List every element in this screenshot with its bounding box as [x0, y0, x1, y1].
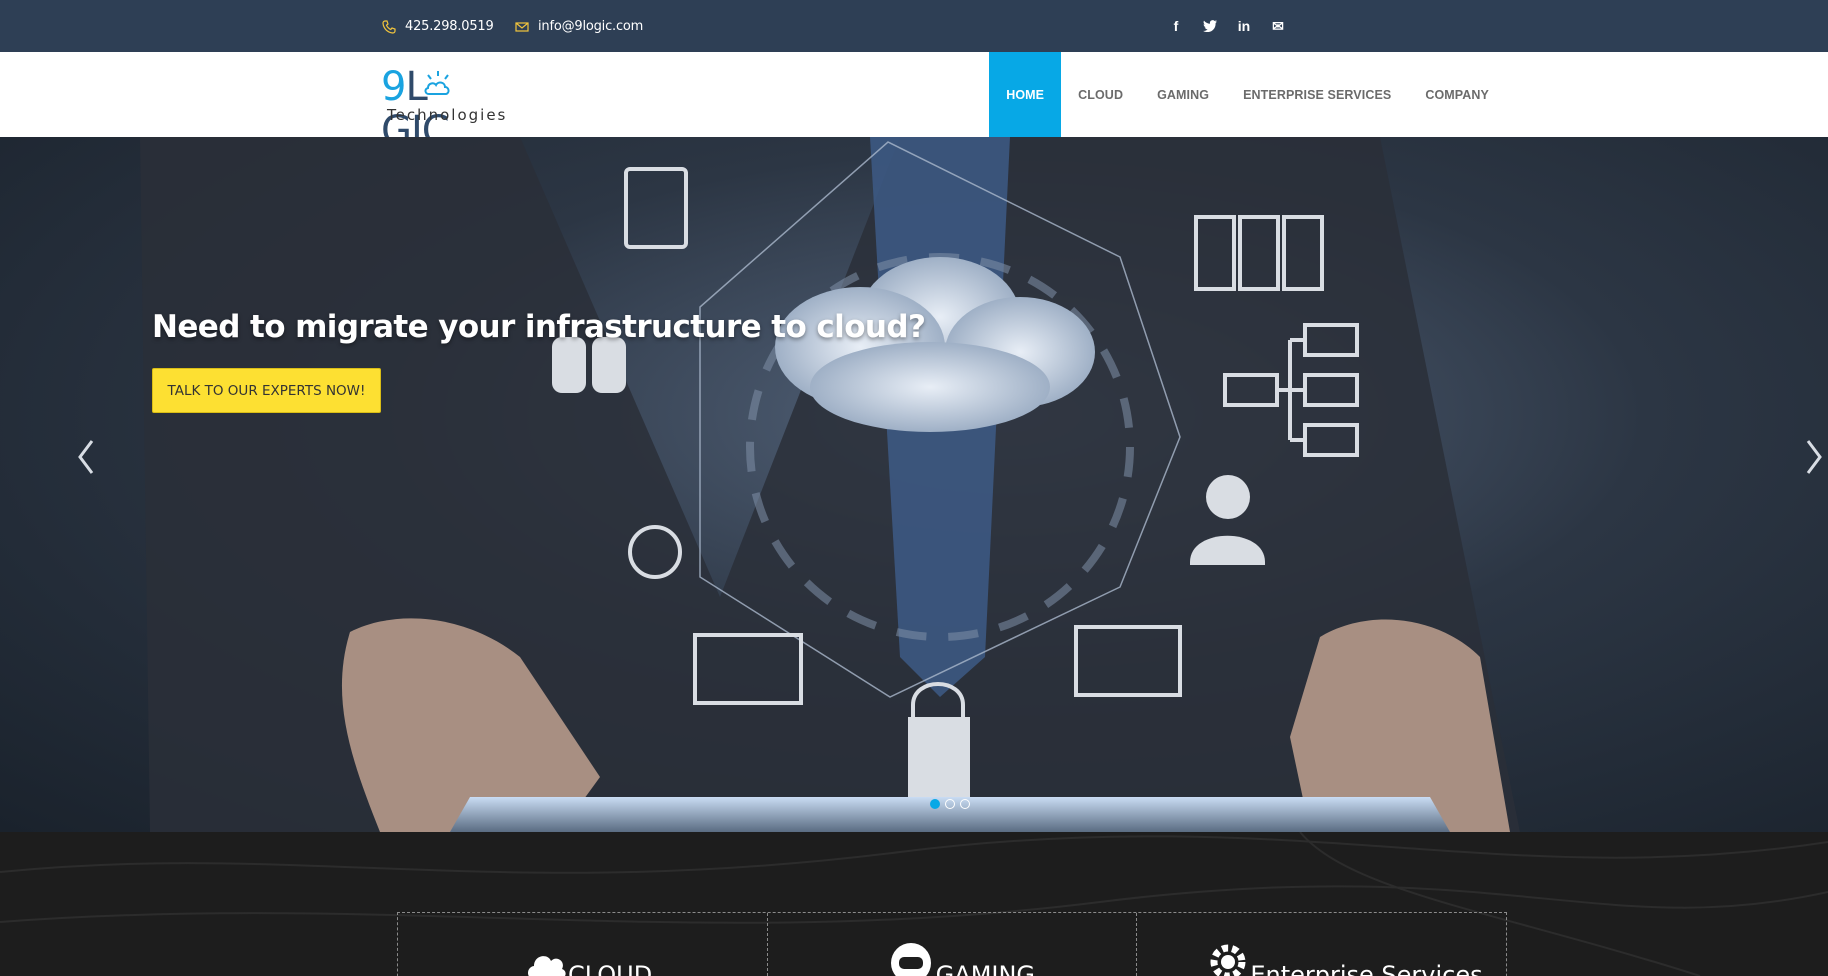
linkedin-icon[interactable]: in: [1227, 16, 1261, 36]
slider-pagination: [930, 799, 970, 809]
services-section: CLOUD GAMING Enterprise Services: [0, 832, 1828, 976]
nav-company[interactable]: COMPANY: [1408, 52, 1506, 137]
nav-home[interactable]: HOME: [989, 52, 1062, 137]
hero-background-image: [140, 137, 1520, 832]
main-navbar: 9LGIC Technologies HOME CLOUD GAMING ENT…: [0, 52, 1828, 153]
mail-icon[interactable]: ✉: [1261, 16, 1295, 36]
talk-to-experts-button[interactable]: TALK TO OUR EXPERTS NOW!: [152, 368, 381, 413]
email-address: info@9logic.com: [538, 19, 644, 34]
nav-enterprise-services[interactable]: ENTERPRISE SERVICES: [1226, 52, 1408, 137]
logo-tagline: Technologies: [387, 106, 508, 124]
hero-slider: Need to migrate your infrastructure to c…: [0, 137, 1828, 832]
facebook-icon[interactable]: f: [1159, 16, 1193, 36]
site-logo[interactable]: 9LGIC Technologies: [381, 62, 521, 153]
service-cloud-label: CLOUD: [568, 961, 653, 976]
slider-prev-arrow[interactable]: [72, 437, 102, 477]
envelope-icon: [515, 20, 529, 34]
slide-dot-3[interactable]: [960, 799, 970, 809]
service-enterprise[interactable]: Enterprise Services: [1137, 913, 1506, 976]
nav-cloud[interactable]: CLOUD: [1061, 52, 1140, 137]
services-boxes: CLOUD GAMING Enterprise Services: [397, 912, 1507, 976]
phone-contact[interactable]: 425.298.0519: [382, 19, 494, 34]
phone-number: 425.298.0519: [405, 19, 494, 34]
slide-dot-1[interactable]: [930, 799, 940, 809]
nav-gaming[interactable]: GAMING: [1140, 52, 1226, 137]
service-enterprise-label: Enterprise Services: [1250, 961, 1483, 976]
email-contact[interactable]: info@9logic.com: [515, 19, 643, 34]
cloud-icon: [528, 956, 566, 976]
social-links: f in ✉: [1159, 16, 1295, 36]
twitter-icon[interactable]: [1193, 16, 1227, 36]
gear-wrench-icon: [1210, 944, 1246, 976]
gamepad-icon: [890, 943, 931, 976]
phone-icon: [382, 19, 396, 34]
slide-dot-2[interactable]: [945, 799, 955, 809]
top-bar: 425.298.0519 info@9logic.com f in ✉: [0, 0, 1828, 52]
service-gaming-label: GAMING: [935, 961, 1036, 976]
primary-nav: HOME CLOUD GAMING ENTERPRISE SERVICES CO…: [989, 52, 1828, 137]
service-cloud[interactable]: CLOUD: [398, 913, 768, 976]
service-gaming[interactable]: GAMING: [768, 913, 1138, 976]
slider-next-arrow[interactable]: [1800, 437, 1828, 477]
hero-headline: Need to migrate your infrastructure to c…: [152, 309, 926, 345]
